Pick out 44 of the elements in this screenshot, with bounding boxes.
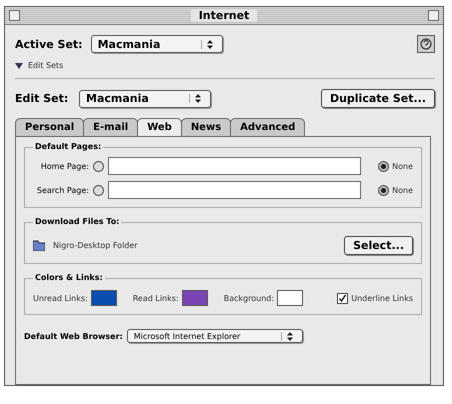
close-box-icon[interactable] — [9, 10, 20, 21]
color-label: Unread Links: — [33, 294, 88, 302]
tab[interactable]: Advanced — [230, 118, 306, 137]
checkbox[interactable] — [337, 292, 348, 304]
color-label: Read Links: — [132, 294, 179, 302]
browser-popup[interactable]: Microsoft Internet Explorer — [126, 329, 303, 343]
default-browser-label: Default Web Browser: — [24, 332, 123, 340]
tab[interactable]: E-mail — [83, 118, 138, 137]
url-field[interactable] — [108, 181, 361, 199]
checkbox-label: Underline Links — [351, 294, 413, 302]
color-swatch[interactable] — [277, 290, 304, 306]
color-swatch[interactable] — [90, 290, 117, 306]
group-title: Colors & Links: — [33, 273, 105, 282]
field-label: Search Page: — [36, 186, 89, 194]
radio-label: None — [392, 162, 413, 170]
color-label: Background: — [224, 294, 274, 302]
radio-button[interactable] — [378, 184, 390, 196]
disclosure-triangle-icon[interactable] — [15, 62, 23, 68]
tab[interactable]: Personal — [15, 118, 84, 137]
up-down-arrows-icon — [200, 40, 216, 48]
up-down-arrows-icon — [280, 332, 296, 340]
active-set-label: Active Set: — [15, 38, 83, 50]
radio-button[interactable] — [93, 160, 104, 172]
active-set-popup[interactable]: Macmania — [90, 35, 223, 53]
help-icon[interactable] — [417, 35, 435, 53]
radio-button[interactable] — [378, 160, 390, 172]
up-down-arrows-icon — [189, 94, 204, 103]
window-title: Internet — [190, 9, 258, 22]
radio-label: None — [392, 186, 413, 194]
edit-sets-label: Edit Sets — [28, 61, 64, 70]
collapse-box-icon[interactable] — [428, 10, 439, 21]
url-field[interactable] — [108, 157, 361, 175]
select-button[interactable]: Select... — [344, 236, 413, 255]
group-title: Download Files To: — [33, 217, 122, 226]
tab[interactable]: News — [180, 118, 232, 137]
edit-set-popup[interactable]: Macmania — [79, 90, 211, 108]
group-title: Default Pages: — [33, 142, 104, 151]
radio-button[interactable] — [93, 184, 104, 196]
folder-name: Nigro-Desktop Folder — [53, 241, 138, 250]
edit-set-label: Edit Set: — [15, 92, 70, 105]
field-label: Home Page: — [40, 162, 89, 170]
duplicate-set-button[interactable]: Duplicate Set... — [320, 89, 435, 108]
color-swatch[interactable] — [182, 290, 208, 306]
folder-icon — [33, 240, 45, 251]
